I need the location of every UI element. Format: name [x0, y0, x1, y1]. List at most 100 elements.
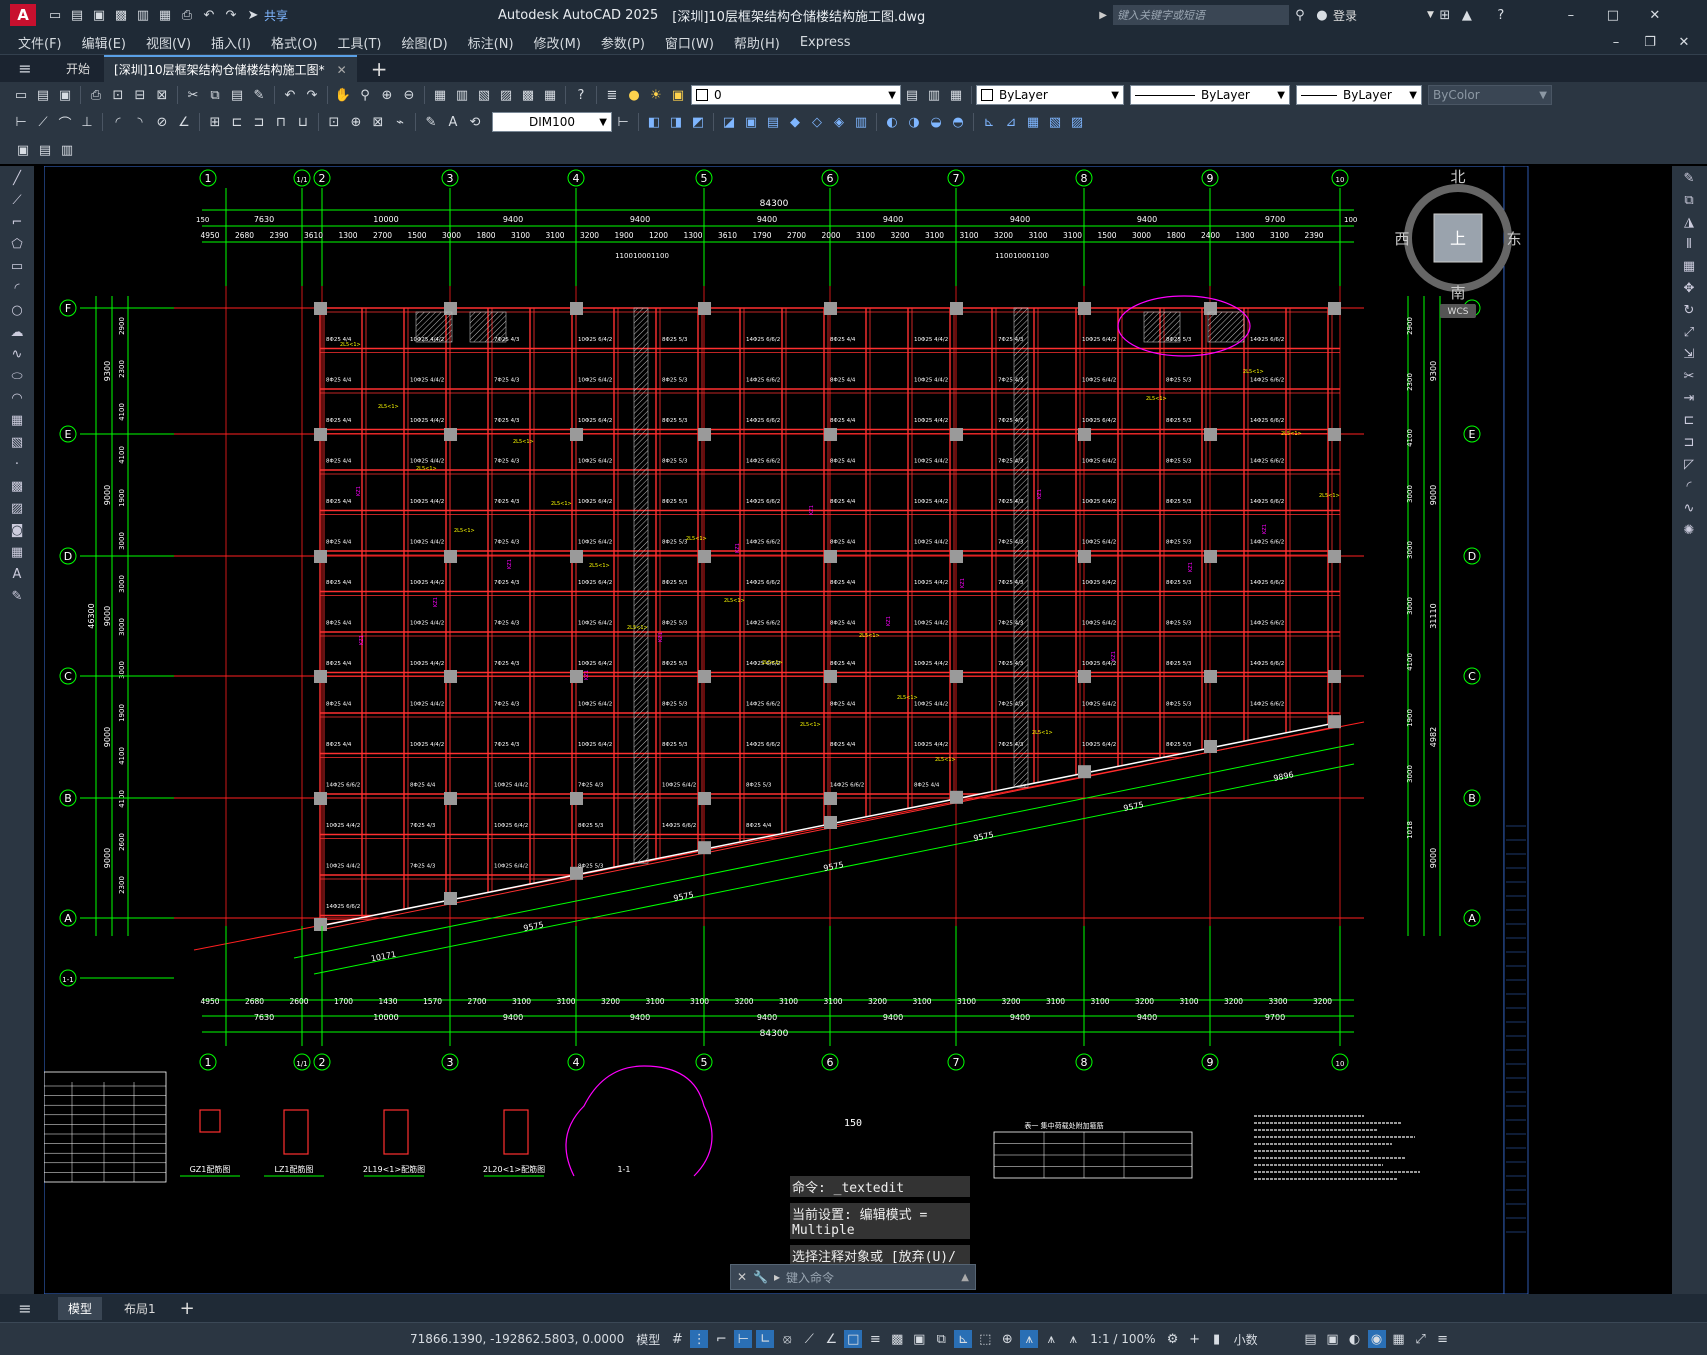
publish-icon[interactable]: ⊟: [131, 86, 149, 104]
circle-icon[interactable]: ○: [6, 300, 28, 320]
linetype-select[interactable]: ByLayer ▼: [1130, 85, 1290, 105]
plotstyle-select[interactable]: ByColor ▼: [1428, 85, 1552, 105]
annotation-visibility-icon[interactable]: ⩚: [1020, 1330, 1039, 1348]
doc-restore-icon[interactable]: ❐: [1641, 33, 1659, 51]
menu-draw[interactable]: 绘图(D): [402, 33, 448, 52]
layout-menu-icon[interactable]: ≡: [16, 1299, 34, 1318]
erase-icon[interactable]: ✎: [1678, 168, 1700, 188]
insert-block-icon[interactable]: ▥: [58, 141, 76, 159]
maximize-icon[interactable]: □: [1604, 6, 1622, 24]
calculator-icon[interactable]: ▦: [541, 86, 559, 104]
paste-icon[interactable]: ▤: [228, 86, 246, 104]
copy-icon[interactable]: ⧉: [206, 86, 224, 104]
visual-style-2d-icon[interactable]: ◐: [883, 113, 901, 131]
mirror-icon[interactable]: ◮: [1678, 212, 1700, 232]
hatch-icon[interactable]: ▩: [6, 476, 28, 496]
make-current-icon[interactable]: ▤: [903, 86, 921, 104]
search-arrow-icon[interactable]: ▶: [1099, 10, 1107, 21]
region-icon[interactable]: ◙: [6, 520, 28, 540]
layer-state-icon[interactable]: ▦: [947, 86, 965, 104]
polygon-icon[interactable]: ⬠: [6, 234, 28, 254]
command-close-icon[interactable]: ✕: [737, 1270, 747, 1284]
dim-linear-icon[interactable]: ⊢: [12, 113, 30, 131]
point-icon[interactable]: ·: [6, 454, 28, 474]
annotation-scale-value[interactable]: 1:1 / 100%: [1090, 1332, 1155, 1346]
markup-icon[interactable]: ▩: [519, 86, 537, 104]
view-nw-icon[interactable]: ▥: [852, 113, 870, 131]
tab-document[interactable]: [深圳]10层框架结构仓储楼结构施工图* ✕: [104, 54, 357, 83]
share-label[interactable]: 共享: [264, 7, 288, 24]
grid-icon[interactable]: #: [668, 1330, 686, 1348]
layer-manager-icon[interactable]: ≣: [603, 86, 621, 104]
pan-icon[interactable]: ✋: [334, 86, 352, 104]
attribute-icon[interactable]: ▤: [36, 141, 54, 159]
explode-icon[interactable]: ✺: [1678, 520, 1700, 540]
doc-close-icon[interactable]: ✕: [1675, 33, 1693, 51]
menu-view[interactable]: 视图(V): [146, 33, 191, 52]
view-right-icon[interactable]: ◪: [720, 113, 738, 131]
menu-help[interactable]: 帮助(H): [734, 33, 780, 52]
line-icon[interactable]: ╱: [6, 168, 28, 188]
add-selected-icon[interactable]: ✎: [6, 586, 28, 606]
blend-icon[interactable]: ∿: [1678, 498, 1700, 518]
menu-window[interactable]: 窗口(W): [665, 33, 714, 52]
dim-diameter-icon[interactable]: ⊘: [153, 113, 171, 131]
view-top-icon[interactable]: ◧: [645, 113, 663, 131]
annotation-scale-icon[interactable]: ⩚: [1064, 1330, 1082, 1348]
properties-icon[interactable]: ▦: [431, 86, 449, 104]
add-layout-button[interactable]: +: [180, 1298, 195, 1319]
visual-style-3d-icon[interactable]: ◑: [905, 113, 923, 131]
trim-icon[interactable]: ✂: [1678, 366, 1700, 386]
dimstyle-manager-icon[interactable]: ⊢: [614, 113, 632, 131]
scale-icon[interactable]: ⤢: [1678, 322, 1700, 342]
osnap-icon[interactable]: □: [844, 1330, 863, 1348]
share-icon[interactable]: ➤: [244, 6, 262, 24]
doc-minimize-icon[interactable]: –: [1607, 33, 1625, 51]
cart-icon[interactable]: ⊞: [1436, 6, 1454, 24]
customize-status-icon[interactable]: ≡: [1434, 1330, 1452, 1348]
tolerance-icon[interactable]: ⊡: [325, 113, 343, 131]
rectangle-icon[interactable]: ▭: [6, 256, 28, 276]
extend-icon[interactable]: ⇥: [1678, 388, 1700, 408]
autodesk-icon[interactable]: ▲: [1458, 6, 1476, 24]
layer-previous-icon[interactable]: ▥: [925, 86, 943, 104]
chamfer-icon[interactable]: ◸: [1678, 454, 1700, 474]
menu-parametric[interactable]: 参数(P): [601, 33, 645, 52]
quick-properties-icon[interactable]: ▤: [1302, 1330, 1320, 1348]
ucs-previous-icon[interactable]: ▦: [1024, 113, 1042, 131]
menu-dimension[interactable]: 标注(N): [468, 33, 514, 52]
view-se-icon[interactable]: ◇: [808, 113, 826, 131]
snap-icon[interactable]: ⋮: [690, 1330, 709, 1348]
lineweight-select[interactable]: ByLayer ▼: [1296, 85, 1422, 105]
view-left-icon[interactable]: ◩: [689, 113, 707, 131]
dim-continue-icon[interactable]: ⊐: [250, 113, 268, 131]
help-tb-icon[interactable]: ?: [572, 86, 590, 104]
save-as-icon[interactable]: ▩: [112, 6, 130, 24]
ucs-object-icon[interactable]: ▨: [1068, 113, 1086, 131]
visual-style-realistic-icon[interactable]: ◒: [927, 113, 945, 131]
search-icon[interactable]: ⚲: [1291, 6, 1309, 24]
offset-icon[interactable]: ⫴: [1678, 234, 1700, 254]
command-input[interactable]: 键入命令: [786, 1269, 834, 1286]
print-icon[interactable]: ⎙: [178, 6, 196, 24]
units-icon[interactable]: ▮: [1208, 1330, 1226, 1348]
stretch-icon[interactable]: ⇲: [1678, 344, 1700, 364]
auto-scale-icon[interactable]: ⩚: [1042, 1330, 1060, 1348]
workspace-gear-icon[interactable]: ⚙: [1164, 1330, 1182, 1348]
gizmo-icon[interactable]: ⊕: [998, 1330, 1016, 1348]
dimstyle-select[interactable]: DIM100 ▼: [492, 112, 612, 132]
plot-icon[interactable]: ⎙: [87, 86, 105, 104]
gradient-icon[interactable]: ▨: [6, 498, 28, 518]
polyline-icon[interactable]: ⌐: [6, 212, 28, 232]
copy-obj-icon[interactable]: ⧉: [1678, 190, 1700, 210]
login-dropdown-icon[interactable]: ▼: [1427, 10, 1434, 20]
fullscreen-icon[interactable]: ⤢: [1412, 1330, 1430, 1348]
isodraft-icon[interactable]: ⟋: [800, 1330, 818, 1348]
ortho-icon[interactable]: ∟: [756, 1330, 775, 1348]
cut-icon[interactable]: ✂: [184, 86, 202, 104]
ucs-world-icon[interactable]: ⊿: [1002, 113, 1020, 131]
user-icon[interactable]: ●: [1313, 6, 1331, 24]
dynamic-input-icon[interactable]: ⊢: [734, 1330, 753, 1348]
tool-palette-icon[interactable]: ▧: [475, 86, 493, 104]
fillet-icon[interactable]: ◜: [1678, 476, 1700, 496]
